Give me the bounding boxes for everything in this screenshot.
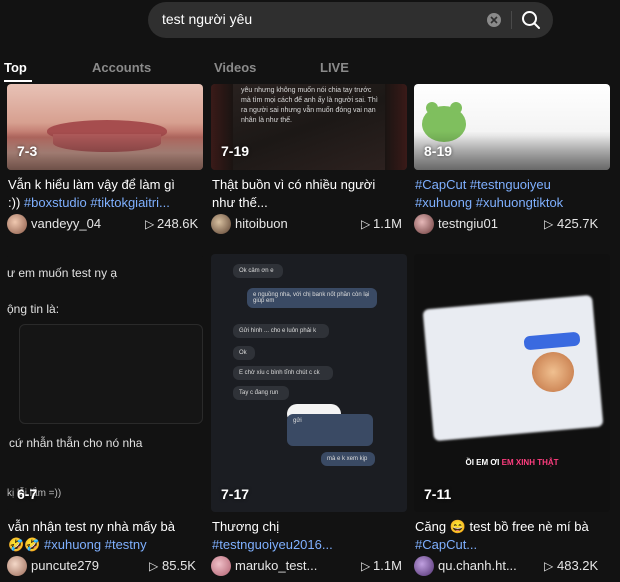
tab-active-indicator xyxy=(4,80,32,82)
video-description[interactable]: Căng 😄 test bồ free nè mí bà #CapCut... xyxy=(415,518,611,554)
play-icon: ▷ xyxy=(361,217,371,231)
video-date: 7-11 xyxy=(424,486,452,502)
chat-bubble: Ok xyxy=(233,346,255,360)
username[interactable]: puncute279 xyxy=(31,558,99,573)
hashtag[interactable]: #CapCut... xyxy=(415,537,477,552)
video-thumbnail[interactable]: Ok cảm ơn e e nguồng nha, với chị bank n… xyxy=(211,254,407,512)
search-bar[interactable]: test người yêu xyxy=(148,2,553,38)
video-date: 6-7 xyxy=(17,486,38,502)
tab-videos[interactable]: Videos xyxy=(214,60,256,75)
thumbnail-caption: ộng tin là: xyxy=(7,302,60,316)
play-icon: ▷ xyxy=(145,217,155,231)
username[interactable]: hitoibuon xyxy=(235,216,288,231)
video-description[interactable]: vẫn nhận test ny nhà mấy bà 🤣🤣 #xuhuong … xyxy=(8,518,204,554)
hashtag[interactable]: #CapCut #testnguoiyeu xyxy=(415,176,611,194)
search-icon[interactable] xyxy=(520,9,542,31)
chat-bubble: gửi xyxy=(287,414,373,446)
play-icon: ▷ xyxy=(544,559,554,573)
video-card[interactable]: 7-3 Vẫn k hiểu làm vậy để làm gì :)) #bo… xyxy=(7,84,203,240)
username[interactable]: maruko_test... xyxy=(235,558,317,573)
video-description[interactable]: Thương chị #testnguoiyeu2016... xyxy=(212,518,408,554)
hashtag[interactable]: #xuhuong #testny xyxy=(44,537,147,552)
chat-bubble: Tay c đang run xyxy=(233,386,289,400)
video-card[interactable]: 8-19 #CapCut #testnguoiyeu #xuhuong #xuh… xyxy=(414,84,610,240)
tab-top[interactable]: Top xyxy=(4,60,27,75)
avatar[interactable] xyxy=(211,556,231,576)
view-count: 1.1M xyxy=(373,558,402,573)
video-description[interactable]: Thật buồn vì có nhiều người như thế... xyxy=(212,176,408,212)
username[interactable]: testngiu01 xyxy=(438,216,498,231)
username[interactable]: qu.chanh.ht... xyxy=(438,558,517,573)
clear-icon[interactable] xyxy=(487,13,501,27)
avatar[interactable] xyxy=(414,556,434,576)
video-description[interactable]: #CapCut #testnguoiyeu #xuhuong #xuhuongt… xyxy=(415,176,611,212)
video-date: 8-19 xyxy=(424,143,453,159)
tab-live[interactable]: LIVE xyxy=(320,60,349,75)
view-count: 1.1M xyxy=(373,216,402,231)
hashtag[interactable]: #testnguoiyeu2016... xyxy=(212,537,333,552)
video-card[interactable]: ỒI EM ƠI EM XINH THẬT 7-11 Căng 😄 test b… xyxy=(414,254,610,580)
tab-bar: Top Accounts Videos LIVE xyxy=(0,58,620,82)
video-date: 7-19 xyxy=(221,143,250,159)
chat-bubble: E chờ xíu c bình tĩnh chút c ck xyxy=(233,366,333,380)
hashtag[interactable]: #boxstudio #tiktokgiaitri... xyxy=(24,195,170,210)
thumbnail-caption: cứ nhẫn thẫn cho nó nha xyxy=(9,436,143,450)
avatar[interactable] xyxy=(7,214,27,234)
view-count: 425.7K xyxy=(557,216,599,231)
avatar[interactable] xyxy=(7,556,27,576)
play-icon: ▷ xyxy=(149,559,159,573)
view-count: 85.5K xyxy=(162,558,196,573)
video-card[interactable]: ư em muốn test ny ạ ộng tin là: cứ nhẫn … xyxy=(7,254,203,580)
thumbnail-caption: yêu nhưng không muốn nói chia tay trước … xyxy=(241,87,378,124)
hashtag[interactable]: #xuhuong #xuhuongtiktok xyxy=(415,194,611,212)
chat-bubble: Ok cảm ơn e xyxy=(233,264,283,278)
username[interactable]: vandeyy_04 xyxy=(31,216,101,231)
video-card[interactable]: Ok cảm ơn e e nguồng nha, với chị bank n… xyxy=(211,254,407,580)
video-thumbnail[interactable]: ỒI EM ƠI EM XINH THẬT xyxy=(414,254,610,512)
chat-bubble: mà e k xem kịp xyxy=(321,452,375,466)
play-icon: ▷ xyxy=(544,217,554,231)
video-date: 7-17 xyxy=(221,486,250,502)
video-description[interactable]: Vẫn k hiểu làm vậy để làm gì :)) #boxstu… xyxy=(8,176,204,212)
view-count: 248.6K xyxy=(157,216,199,231)
video-thumbnail[interactable]: ư em muốn test ny ạ ộng tin là: cứ nhẫn … xyxy=(7,254,203,512)
search-divider xyxy=(511,11,512,29)
play-icon: ▷ xyxy=(361,559,371,573)
video-date: 7-3 xyxy=(17,143,38,159)
thumbnail-caption: ỒI EM ƠI EM XINH THẬT xyxy=(465,458,559,467)
thumbnail-caption: ư em muốn test ny ạ xyxy=(7,266,118,280)
video-card[interactable]: yêu nhưng không muốn nói chia tay trước … xyxy=(211,84,407,240)
avatar[interactable] xyxy=(211,214,231,234)
chat-bubble: e nguồng nha, với chị bank nốt phần còn … xyxy=(247,288,377,308)
view-count: 483.2K xyxy=(557,558,599,573)
tab-accounts[interactable]: Accounts xyxy=(92,60,151,75)
avatar[interactable] xyxy=(414,214,434,234)
chat-bubble: Gửi hình ... cho e luôn phải k xyxy=(233,324,329,338)
search-input[interactable]: test người yêu xyxy=(162,11,252,27)
